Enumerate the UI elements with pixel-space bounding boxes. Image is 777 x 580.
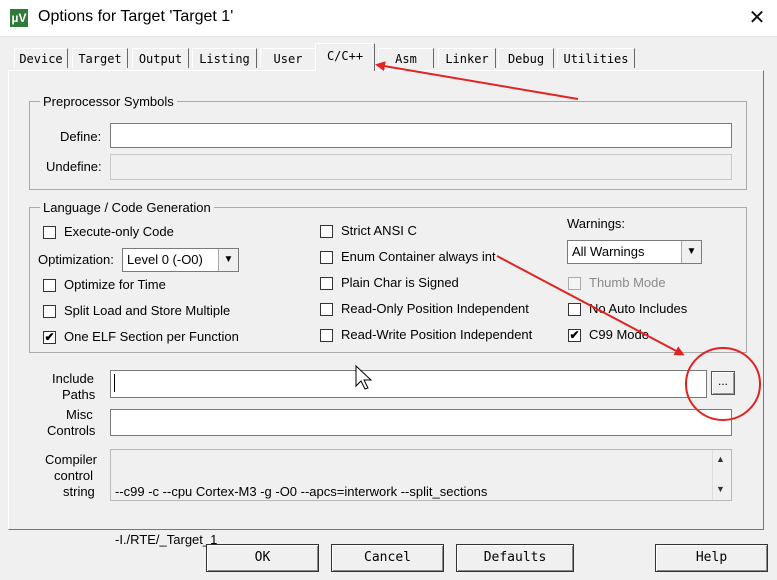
warnings-value: All Warnings [572,244,645,259]
define-input[interactable] [110,123,732,148]
split-load-checkbox[interactable] [43,305,56,318]
title-bar: µV Options for Target 'Target 1' ✕ [0,0,777,37]
execute-only-checkbox[interactable] [43,226,56,239]
tab-cpp[interactable]: C/C++ [315,43,375,71]
no-auto-includes-label: No Auto Includes [589,301,688,316]
strict-ansi-label: Strict ANSI C [341,223,417,238]
keil-app-icon: µV [10,9,28,27]
define-label: Define: [60,129,102,144]
misc-controls-input[interactable] [110,409,732,436]
rwpi-label: Read-Write Position Independent [341,327,533,342]
optimize-time-label: Optimize for Time [64,277,166,292]
compiler-label-line2: control [54,468,94,483]
compiler-label-line3: string [63,484,95,499]
ropi-label: Read-Only Position Independent [341,301,529,316]
one-elf-checkbox[interactable]: ✔ [43,331,56,344]
c99-mode-label: C99 Mode [589,327,649,342]
ropi-checkbox[interactable] [320,303,333,316]
strict-ansi-checkbox[interactable] [320,225,333,238]
include-label-line2: Paths [62,387,96,402]
defaults-button[interactable]: Defaults [456,544,574,572]
tab-listing[interactable]: Listing [192,48,257,68]
execute-only-label: Execute-only Code [64,224,174,239]
no-auto-includes-checkbox[interactable] [568,303,581,316]
optimization-label: Optimization: [38,252,114,267]
plain-char-checkbox[interactable] [320,277,333,290]
tab-debug[interactable]: Debug [498,48,554,68]
codegen-group-label: Language / Code Generation [40,200,214,215]
tab-user[interactable]: User [260,48,316,68]
scroll-up-icon[interactable]: ▲ [716,454,725,464]
plain-char-label: Plain Char is Signed [341,275,459,290]
misc-label-line2: Controls [47,423,96,438]
include-browse-button[interactable]: ... [711,371,735,395]
misc-label-line1: Misc [66,407,93,422]
optimize-time-checkbox[interactable] [43,279,56,292]
tab-device[interactable]: Device [14,48,68,68]
compiler-label-line1: Compiler [45,452,98,467]
warnings-label: Warnings: [567,216,626,231]
tab-target[interactable]: Target [72,48,128,68]
compiler-scrollbar[interactable]: ▲ ▼ [712,450,730,500]
window-title: Options for Target 'Target 1' [38,8,234,25]
close-icon[interactable]: ✕ [744,5,770,31]
c99-mode-checkbox[interactable]: ✔ [568,329,581,342]
ok-button[interactable]: OK [206,544,319,572]
compiler-line-1: --c99 -c --cpu Cortex-M3 -g -O0 --apcs=i… [115,484,488,499]
rwpi-checkbox[interactable] [320,329,333,342]
include-paths-input[interactable] [110,370,707,398]
undefine-label: Undefine: [46,159,102,174]
warnings-dropdown-icon[interactable]: ▼ [681,241,701,263]
cancel-button[interactable]: Cancel [331,544,444,572]
tab-output[interactable]: Output [132,48,189,68]
include-label-line1: Include [52,371,94,386]
scroll-down-icon[interactable]: ▼ [716,484,725,494]
optimization-dropdown-icon[interactable]: ▼ [218,249,238,271]
thumb-mode-checkbox[interactable] [568,277,581,290]
thumb-mode-label: Thumb Mode [589,275,666,290]
optimization-value: Level 0 (-O0) [127,252,203,267]
one-elf-label: One ELF Section per Function [64,329,239,344]
split-load-label: Split Load and Store Multiple [64,303,231,318]
text-caret [114,374,115,392]
tab-utilities[interactable]: Utilities [557,48,635,68]
compiler-control-string[interactable]: --c99 -c --cpu Cortex-M3 -g -O0 --apcs=i… [110,449,732,547]
help-button[interactable]: Help [655,544,768,572]
tab-asm[interactable]: Asm [378,48,434,68]
enum-container-label: Enum Container always int [341,249,496,264]
undefine-input[interactable] [110,154,732,180]
tab-linker[interactable]: Linker [438,48,496,68]
enum-container-checkbox[interactable] [320,251,333,264]
preprocessor-group-label: Preprocessor Symbols [40,94,177,109]
